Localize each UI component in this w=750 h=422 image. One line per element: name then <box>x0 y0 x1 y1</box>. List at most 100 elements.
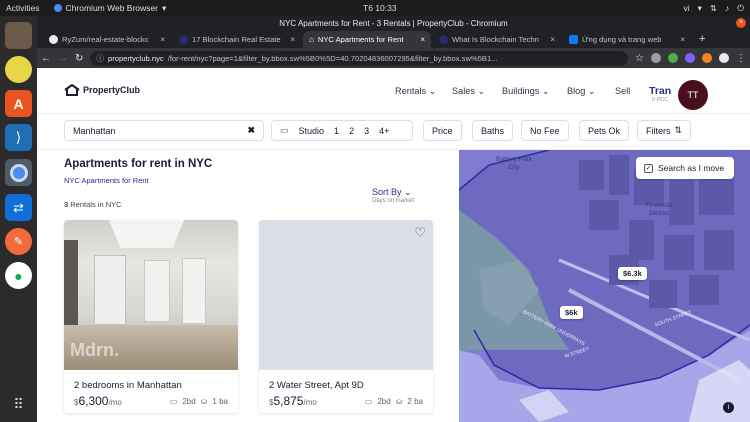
close-tab-icon[interactable]: × <box>290 35 295 44</box>
sub-heading-link[interactable]: NYC Apartments for Rent <box>64 176 149 185</box>
activities-button[interactable]: Activities <box>6 3 40 13</box>
bed-option-2[interactable]: 2 <box>349 126 354 136</box>
nav-sales[interactable]: Sales ⌄ <box>452 86 485 97</box>
bed-icon: ▭ <box>169 397 178 406</box>
mongodb-compass-icon[interactable]: ● <box>5 262 32 289</box>
map-price-pin[interactable]: $6k <box>560 306 583 319</box>
sort-dropdown[interactable]: Sort By ⌄ Days on market <box>372 187 414 204</box>
avatar[interactable]: TT <box>678 80 708 110</box>
bed-icon: ▭ <box>280 125 289 135</box>
app-menu[interactable]: Chromium Web Browser ▾ <box>53 3 166 14</box>
chromium-dock-icon[interactable] <box>5 159 32 186</box>
bookmark-star-icon[interactable]: ☆ <box>635 53 644 64</box>
search-input[interactable]: Manhattan ✖ <box>64 120 264 141</box>
tab-propertyclub[interactable]: ⌂ NYC Apartments for Rent × <box>303 31 431 48</box>
tab-label: Ứng dụng và trang web <box>582 35 662 44</box>
software-center-icon[interactable]: A <box>5 90 32 117</box>
close-tab-icon[interactable]: × <box>420 35 425 44</box>
brand-logo[interactable]: PropertyClub <box>64 84 140 96</box>
forward-icon[interactable]: → <box>58 53 68 64</box>
reload-icon[interactable]: ↻ <box>75 53 83 64</box>
system-tray[interactable]: vi ▾ ⇅ ♪ ⏻ <box>683 3 744 14</box>
page-title: Apartments for rent in NYC <box>64 158 213 170</box>
chevron-down-icon: ⌄ <box>404 187 412 197</box>
chromium-icon <box>53 4 62 12</box>
new-tab-button[interactable]: + <box>693 33 711 45</box>
tab-blockchain-tech[interactable]: What Is Blockchain Techn × <box>433 31 561 48</box>
listing-title[interactable]: 2 Water Street, Apt 9D <box>269 380 364 391</box>
tab-label: 17 Blockchain Real Estate <box>192 35 281 44</box>
listing-card[interactable]: ♡ 2 Water Street, Apt 9D $5,875/mo ▭ 2bd … <box>259 220 433 413</box>
close-tab-icon[interactable]: × <box>550 35 555 44</box>
sort-arrows-icon: ⇅ <box>674 125 683 135</box>
house-logo-icon <box>64 84 80 96</box>
teamviewer-icon[interactable]: ⇄ <box>5 194 32 221</box>
nav-rentals[interactable]: Rentals ⌄ <box>395 86 436 97</box>
metamask-icon[interactable] <box>702 53 712 63</box>
listing-title[interactable]: 2 bedrooms in Manhattan <box>74 380 182 391</box>
clock[interactable]: T6 10:33 <box>363 3 397 13</box>
bed-option-1[interactable]: 1 <box>334 126 339 136</box>
checkbox-checked-icon[interactable]: ✓ <box>644 163 653 173</box>
postman-icon[interactable]: ✎ <box>5 228 32 255</box>
listing-photo[interactable]: Mdrn. <box>64 220 238 370</box>
bed-icon: ▭ <box>364 397 373 406</box>
site-icon <box>439 35 448 44</box>
no-fee-filter[interactable]: No Fee <box>521 120 569 141</box>
input-language[interactable]: vi <box>683 3 689 13</box>
user-menu[interactable]: Tran 0 PCC <box>649 85 671 103</box>
baths-filter[interactable]: Baths <box>472 120 514 141</box>
listing-photo-placeholder[interactable]: ♡ <box>259 220 433 370</box>
map-label-financial-district: Financial District <box>645 202 672 217</box>
nav-blog[interactable]: Blog ⌄ <box>567 86 596 97</box>
map[interactable]: Battery Park City Financial District SOU… <box>459 150 750 422</box>
beds-count: 2bd <box>182 397 196 406</box>
favorite-heart-icon[interactable]: ♡ <box>414 225 426 241</box>
nav-buildings[interactable]: Buildings ⌄ <box>502 86 550 97</box>
vscode-icon[interactable]: ⟩ <box>5 124 32 151</box>
nav-sell[interactable]: Sell <box>615 86 630 96</box>
more-filters-button[interactable]: Filters ⇅ <box>637 120 692 141</box>
extension-icon[interactable] <box>668 53 678 63</box>
listing-meta: ▭ 2bd ⛀ 1 ba <box>170 397 228 406</box>
dock: A ⟩ ⇄ ✎ ● ⠿ <box>0 16 37 422</box>
menu-icon[interactable]: ⋮ <box>736 53 746 64</box>
url-field[interactable]: ⓘ propertyclub.nyc/for-rent/nyc?page=1&f… <box>90 50 629 66</box>
close-tab-icon[interactable]: × <box>160 35 165 44</box>
extension-icon[interactable] <box>719 53 729 63</box>
photo-watermark: Mdrn. <box>70 340 119 360</box>
address-bar-row: ← → ↻ ⓘ propertyclub.nyc/for-rent/nyc?pa… <box>37 48 750 68</box>
bed-option-3[interactable]: 3 <box>364 126 369 136</box>
rhythmbox-icon[interactable] <box>5 56 32 83</box>
map-terrain <box>459 150 750 422</box>
price-filter[interactable]: Price <box>423 120 462 141</box>
files-icon[interactable] <box>5 22 32 49</box>
info-icon[interactable]: ⓘ <box>96 53 104 64</box>
pets-ok-filter[interactable]: Pets Ok <box>579 120 630 141</box>
app-name: Chromium Web Browser <box>65 3 158 13</box>
close-icon[interactable]: × <box>736 18 746 28</box>
site-icon <box>179 35 188 44</box>
listing-card[interactable]: Mdrn. 2 bedrooms in Manhattan $6,300/mo … <box>64 220 238 413</box>
tab-blockchain[interactable]: 17 Blockchain Real Estate × <box>173 31 301 48</box>
propertyclub-icon: ⌂ <box>309 35 314 44</box>
user-points: 0 PCC <box>651 97 669 103</box>
tab-facebook[interactable]: Ứng dụng và trang web × <box>563 31 691 48</box>
baths-count: 1 ba <box>212 397 228 406</box>
clear-search-icon[interactable]: ✖ <box>247 125 255 136</box>
back-icon[interactable]: ← <box>41 53 51 64</box>
close-tab-icon[interactable]: × <box>680 35 685 44</box>
beds-count: 2bd <box>377 397 391 406</box>
show-apps-icon[interactable]: ⠿ <box>5 391 32 418</box>
extension-icon[interactable] <box>651 53 661 63</box>
tab-github[interactable]: RyZum/real-estate-blockc × <box>43 31 171 48</box>
map-label-battery-park: Battery Park City <box>496 156 532 171</box>
tab-strip: RyZum/real-estate-blockc × 17 Blockchain… <box>37 30 750 48</box>
map-price-pin[interactable]: $6.3k <box>618 267 647 280</box>
bed-option-4-plus[interactable]: 4+ <box>379 126 389 136</box>
bedroom-filter: ▭ Studio 1 2 3 4+ <box>271 120 413 141</box>
studio-option[interactable]: Studio <box>299 126 325 136</box>
map-info-icon[interactable]: i <box>723 402 734 413</box>
extension-icon[interactable] <box>685 53 695 63</box>
search-as-move-toggle[interactable]: ✓ Search as I move <box>636 157 734 179</box>
